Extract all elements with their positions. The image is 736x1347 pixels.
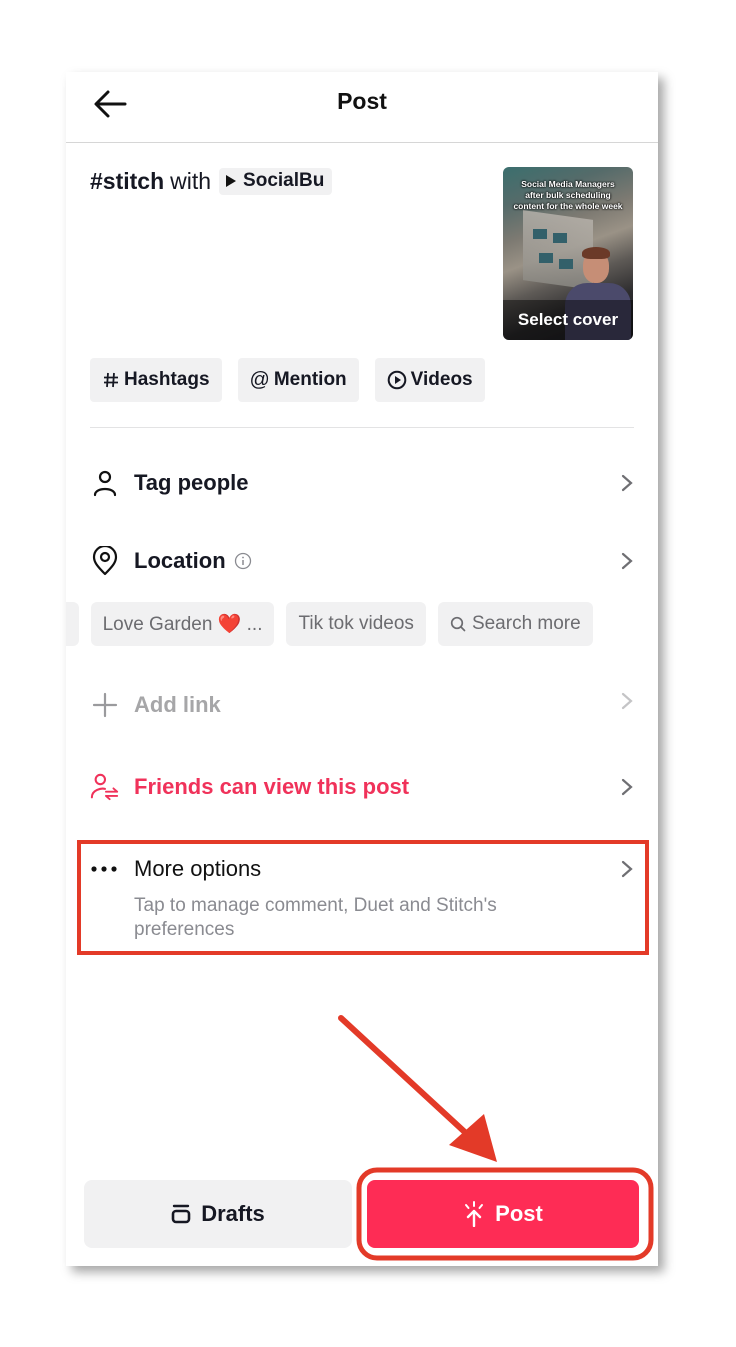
cover-overlay-line: after bulk scheduling <box>525 190 611 200</box>
drafts-icon <box>171 1204 191 1224</box>
select-cover-button[interactable]: Select cover <box>503 300 633 340</box>
search-more-label: Search more <box>471 613 581 634</box>
caption-with-text: with <box>170 168 212 194</box>
location-suggestion-chip[interactable]: e <box>66 602 79 646</box>
bottom-actions: Drafts Post <box>84 1180 640 1248</box>
tag-people-row[interactable]: Tag people <box>90 466 634 500</box>
search-icon <box>450 616 466 632</box>
drafts-label: Drafts <box>201 1201 265 1226</box>
person-icon <box>90 468 120 498</box>
location-suggestion-label: Tik tok videos <box>298 613 414 634</box>
mention-chip[interactable]: SocialBu <box>219 168 333 195</box>
friends-icon <box>90 772 120 802</box>
videos-chip-label: Videos <box>410 369 473 390</box>
cover-overlay-line: Social Media Managers <box>521 179 615 189</box>
cover-image-person-hair <box>582 247 610 259</box>
privacy-row[interactable]: Friends can view this post <box>90 770 634 804</box>
location-suggestion-chip[interactable]: Tik tok videos <box>286 602 426 646</box>
play-triangle-icon <box>226 175 237 187</box>
hashtags-chip[interactable]: Hashtags <box>90 358 222 402</box>
cover-image-detail <box>539 253 553 263</box>
cover-overlay-line: content for the whole week <box>513 201 623 211</box>
chevron-right-icon <box>621 860 633 878</box>
info-icon[interactable] <box>234 552 252 570</box>
videos-chip[interactable]: Videos <box>374 358 485 402</box>
chevron-right-icon <box>621 474 633 492</box>
location-pin-icon <box>90 546 120 576</box>
more-options-description: Tap to manage comment, Duet and Stitch's… <box>134 895 497 940</box>
cover-overlay-text: Social Media Managers after bulk schedul… <box>507 179 629 212</box>
hash-icon <box>104 372 118 388</box>
location-label: Location <box>134 548 226 573</box>
upload-sparkle-icon <box>465 1201 484 1227</box>
page-title: Post <box>337 88 387 114</box>
search-more-chip[interactable]: Search more <box>437 602 593 646</box>
cover-thumbnail[interactable]: Social Media Managers after bulk schedul… <box>503 167 633 340</box>
location-suggestion-chip[interactable]: Love Garden ❤️ ... <box>90 602 275 646</box>
location-row[interactable]: Location <box>90 544 634 578</box>
post-button[interactable]: Post <box>367 1180 639 1248</box>
more-options-row[interactable]: More options <box>90 853 634 885</box>
chevron-right-icon <box>621 552 633 570</box>
post-screen: Post #stitch with SocialBu Social Media … <box>66 72 658 1266</box>
cover-image-detail <box>553 233 567 243</box>
mention-chip-button[interactable]: @ Mention <box>237 358 359 402</box>
add-link-label: Add link <box>134 692 221 717</box>
location-suggestion-label: e <box>66 613 67 635</box>
at-icon: @ <box>249 368 270 391</box>
add-link-row[interactable]: Add link <box>90 688 634 722</box>
chevron-right-icon <box>621 778 633 796</box>
post-label: Post <box>495 1201 543 1226</box>
more-dots-icon <box>90 865 120 873</box>
play-circle-icon <box>387 370 406 390</box>
chevron-right-icon <box>621 692 633 710</box>
tag-people-label: Tag people <box>134 470 249 495</box>
location-suggestion-label: Love Garden ❤️ ... <box>102 614 263 635</box>
cover-image-detail <box>533 229 547 239</box>
caption-input[interactable]: #stitch with SocialBu <box>90 168 333 195</box>
hashtags-chip-label: Hashtags <box>124 369 210 390</box>
mention-chip-label: Mention <box>273 369 347 390</box>
divider <box>90 427 634 428</box>
mention-label: SocialBu <box>243 170 325 191</box>
drafts-button[interactable]: Drafts <box>84 1180 352 1248</box>
cover-image-detail <box>559 259 573 269</box>
location-suggestions: e Love Garden ❤️ ... Tik tok videos Sear… <box>66 602 593 646</box>
privacy-label: Friends can view this post <box>134 774 410 799</box>
caption-hashtag: #stitch <box>90 168 165 194</box>
plus-icon <box>90 690 120 720</box>
quick-chips: Hashtags @ Mention Videos <box>90 358 485 402</box>
header: Post <box>66 72 658 143</box>
more-options-label: More options <box>134 856 262 881</box>
